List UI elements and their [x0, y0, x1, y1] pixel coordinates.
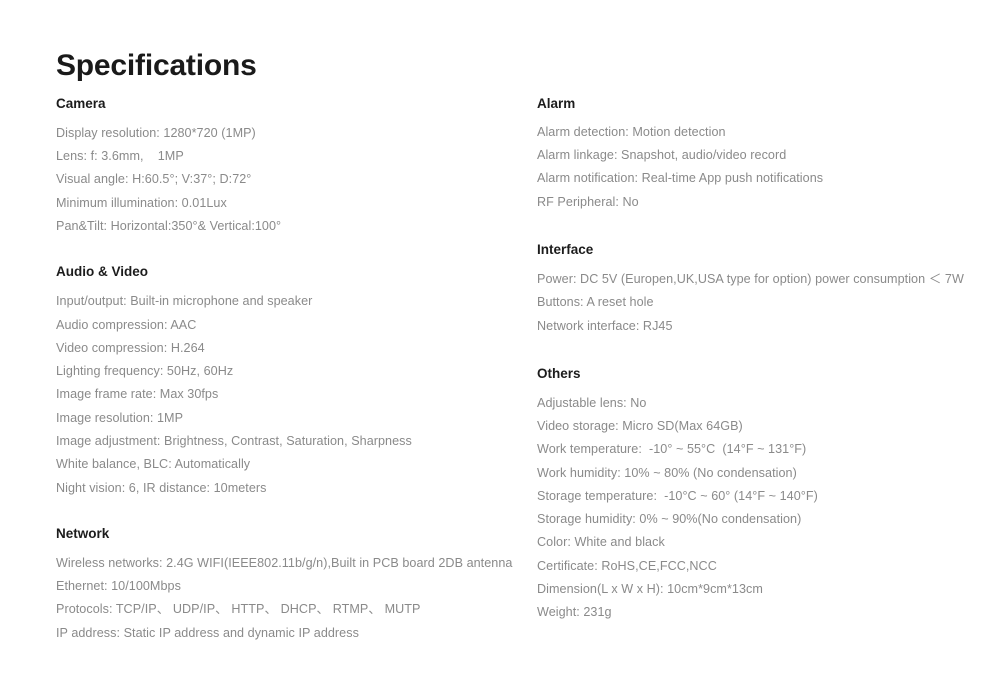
spec-item: Storage temperature: -10°C ~ 60° (14°F ~… [537, 488, 818, 503]
spec-list-network: Wireless networks: 2.4G WIFI(IEEE802.11b… [56, 552, 516, 645]
spec-item: White balance, BLC: Automatically [56, 457, 251, 472]
spec-item: Buttons: A reset hole [537, 295, 654, 310]
spec-item: Alarm linkage: Snapshot, audio/video rec… [537, 148, 787, 163]
spec-item: Image frame rate: Max 30fps [56, 387, 219, 402]
spec-list-alarm: Alarm detection: Motion detection Alarm … [537, 121, 977, 214]
spec-item: Image resolution: 1MP [56, 410, 184, 425]
page-title: Specifications [56, 49, 257, 83]
spec-item: Video storage: Micro SD(Max 64GB) [537, 419, 743, 433]
section-heading-interface: Interface [537, 242, 594, 258]
spec-item: Lighting frequency: 50Hz, 60Hz [56, 364, 234, 379]
section-heading-alarm: Alarm [537, 96, 576, 111]
section-heading-network: Network [56, 525, 110, 541]
spec-list-interface: Power: DC 5V (Europen,UK,USA type for op… [537, 268, 977, 338]
spec-item: Alarm notification: Real-time App push n… [537, 171, 824, 186]
section-heading-camera: Camera [56, 96, 106, 111]
spec-item: Alarm detection: Motion detection [537, 124, 726, 139]
spec-item: Lens: f: 3.6mm, 1MP [56, 149, 184, 164]
spec-item: Network interface: RJ45 [537, 318, 673, 333]
spec-item: Color: White and black [537, 535, 665, 550]
specifications-page: Specifications Camera Display resolution… [0, 0, 1000, 685]
left-column: Camera Display resolution: 1280*720 (1MP… [56, 96, 516, 645]
spec-item: Display resolution: 1280*720 (1MP) [56, 125, 256, 140]
spec-item: Adjustable lens: No [537, 395, 647, 410]
spec-item: Pan&Tilt: Horizontal:350°& Vertical:100° [56, 219, 282, 234]
spec-item: Ethernet: 10/100Mbps [56, 579, 181, 594]
section-others: Others Adjustable lens: No Video storage… [537, 366, 977, 625]
spec-item: Certificate: RoHS,CE,FCC,NCC [537, 558, 717, 573]
spec-item: Input/output: Built-in microphone and sp… [56, 294, 313, 309]
spec-list-audio-video: Input/output: Built-in microphone and sp… [56, 290, 516, 500]
right-column: Alarm Alarm detection: Motion detection … [537, 96, 977, 625]
spec-item: Work temperature: -10° ~ 55°C (14°F ~ 13… [537, 442, 807, 457]
spec-item: Weight: 231g [537, 605, 612, 620]
spec-item: Dimension(L x W x H): 10cm*9cm*13cm [537, 582, 763, 597]
section-network: Network Wireless networks: 2.4G WIFI(IEE… [56, 526, 516, 645]
section-camera: Camera Display resolution: 1280*720 (1MP… [56, 96, 516, 238]
spec-item: Audio compression: AAC [56, 317, 197, 332]
spec-item: RF Peripheral: No [537, 194, 639, 209]
spec-item: Night vision: 6, IR distance: 10meters [56, 480, 267, 495]
section-heading-audio-video: Audio & Video [56, 264, 149, 280]
section-alarm: Alarm Alarm detection: Motion detection … [537, 96, 977, 214]
spec-item: Protocols: TCP/IP、 UDP/IP、 HTTP、 DHCP、 R… [56, 602, 421, 617]
spec-item: Wireless networks: 2.4G WIFI(IEEE802.11b… [56, 555, 513, 570]
spec-item: Visual angle: H:60.5°; V:37°; D:72° [56, 172, 252, 187]
section-audio-video: Audio & Video Input/output: Built-in mic… [56, 264, 516, 500]
spec-list-camera: Display resolution: 1280*720 (1MP) Lens:… [56, 122, 516, 238]
spec-list-others: Adjustable lens: No Video storage: Micro… [537, 392, 977, 625]
section-heading-others: Others [537, 365, 581, 381]
spec-item: Power: DC 5V (Europen,UK,USA type for op… [537, 271, 964, 286]
spec-item: Work humidity: 10% ~ 80% (No condensatio… [537, 465, 797, 480]
spec-item: Image adjustment: Brightness, Contrast, … [56, 434, 412, 449]
spec-item: Minimum illumination: 0.01Lux [56, 195, 227, 210]
spec-item: Video compression: H.264 [56, 340, 205, 355]
section-interface: Interface Power: DC 5V (Europen,UK,USA t… [537, 242, 977, 338]
spec-item: Storage humidity: 0% ~ 90%(No condensati… [537, 512, 802, 527]
spec-item: IP address: Static IP address and dynami… [56, 625, 359, 640]
